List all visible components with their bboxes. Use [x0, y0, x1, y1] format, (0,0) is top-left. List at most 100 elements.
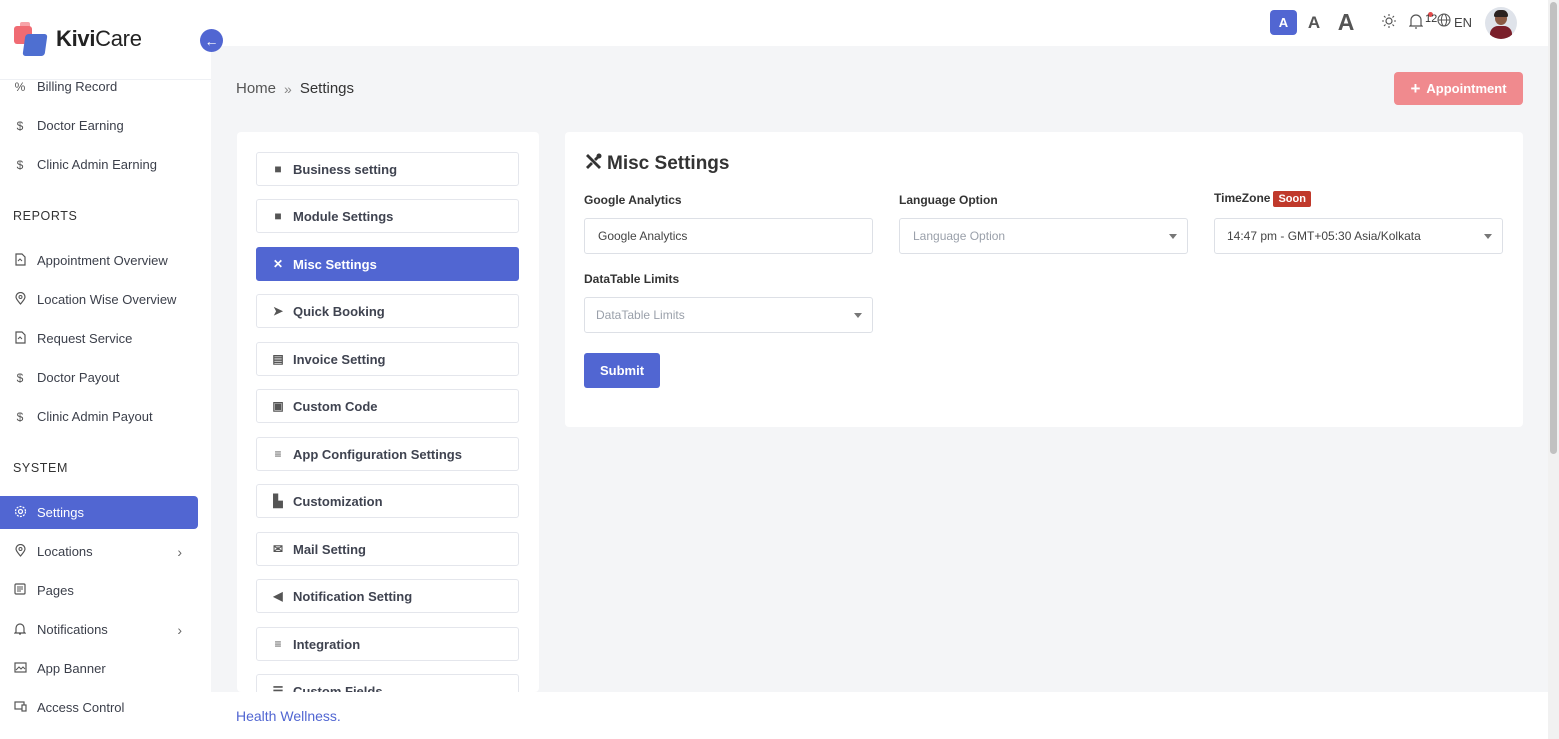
language-option-select[interactable]: Language Option — [899, 218, 1188, 254]
sidebar-collapse-button[interactable]: ← — [200, 29, 223, 52]
sidebar-item-app-banner[interactable]: App Banner — [0, 652, 198, 685]
sidebar-item-request-service[interactable]: Request Service — [0, 322, 198, 355]
menu-item-label: Business setting — [293, 161, 398, 177]
sun-icon[interactable] — [1381, 13, 1397, 32]
sidebar-item-label: App Banner — [37, 661, 106, 676]
timezone-label-text: TimeZone — [1214, 191, 1271, 205]
datatable-limits-placeholder: DataTable Limits — [596, 308, 685, 322]
sidebar-item-settings[interactable]: Settings — [0, 496, 198, 529]
add-appointment-button[interactable]: + Appointment — [1394, 72, 1523, 105]
datatable-limits-select[interactable]: DataTable Limits — [584, 297, 873, 333]
settings-menu-app-configuration[interactable]: ≡ App Configuration Settings — [256, 437, 519, 471]
settings-menu-business-setting[interactable]: ■ Business setting — [256, 152, 519, 186]
sidebar-item-access-control[interactable]: Access Control — [0, 691, 198, 724]
settings-menu-module-settings[interactable]: ■ Module Settings — [256, 199, 519, 233]
sidebar: KiviCare % Billing Record $ Doctor Earni… — [0, 0, 211, 739]
menu-item-label: Mail Setting — [293, 541, 366, 557]
report-icon — [13, 252, 27, 269]
soon-badge: Soon — [1273, 191, 1311, 207]
chevron-right-icon: › — [177, 621, 182, 638]
datatable-limits-label: DataTable Limits — [584, 272, 680, 286]
settings-menu-quick-booking[interactable]: ➤ Quick Booking — [256, 294, 519, 328]
dollar-icon: $ — [16, 409, 24, 424]
location-pin-icon — [13, 543, 27, 560]
sidebar-item-location-wise-overview[interactable]: Location Wise Overview — [0, 283, 198, 316]
sidebar-item-pages[interactable]: Pages — [0, 574, 198, 607]
menu-item-label: Invoice Setting — [293, 351, 386, 367]
reports-heading: REPORTS — [13, 209, 78, 223]
footer: Health Wellness. — [211, 692, 1548, 739]
sidebar-item-notifications[interactable]: Notifications › — [0, 613, 198, 646]
submit-button[interactable]: Submit — [584, 353, 660, 388]
avatar[interactable] — [1485, 7, 1517, 39]
caret-down-icon — [854, 313, 862, 318]
sidebar-item-label: Doctor Payout — [37, 370, 120, 385]
sidebar-item-doctor-earning[interactable]: $ Doctor Earning — [0, 109, 198, 142]
misc-settings-card: Misc Settings Google Analytics Google An… — [565, 132, 1523, 427]
settings-menu-notification-setting[interactable]: ◀ Notification Setting — [256, 579, 519, 613]
scrollbar-thumb[interactable] — [1550, 2, 1557, 454]
language-selector[interactable]: EN — [1454, 15, 1472, 30]
sidebar-item-label: Notifications — [37, 622, 108, 637]
page-icon — [13, 583, 27, 598]
bell-icon — [13, 622, 27, 638]
location-pin-icon — [13, 291, 27, 308]
sidebar-item-label: Pages — [37, 583, 74, 598]
system-heading: SYSTEM — [13, 461, 68, 475]
card-title-text: Misc Settings — [607, 153, 730, 174]
settings-menu-invoice-setting[interactable]: ▤ Invoice Setting — [256, 342, 519, 376]
notification-count: 12 — [1425, 13, 1438, 25]
timezone-value: 14:47 pm - GMT+05:30 Asia/Kolkata — [1227, 229, 1421, 243]
tools-icon: ✕ — [272, 257, 284, 271]
sliders-icon: ≡ — [274, 447, 282, 461]
sidebar-item-label: Clinic Admin Payout — [37, 409, 153, 424]
settings-menu-customization[interactable]: ▙ Customization — [256, 484, 519, 518]
dollar-icon: $ — [16, 370, 24, 385]
footer-text: Health Wellness. — [236, 708, 341, 724]
sidebar-item-label: Access Control — [37, 700, 125, 715]
globe-icon[interactable] — [1437, 13, 1451, 30]
sidebar-item-label: Clinic Admin Earning — [37, 157, 157, 172]
list-icon: ☰ — [272, 684, 284, 692]
sidebar-item-label: Settings — [37, 505, 84, 520]
sidebar-item-label: Request Service — [37, 331, 133, 346]
language-option-label: Language Option — [899, 193, 998, 207]
image-icon — [13, 661, 27, 676]
caret-down-icon — [1169, 234, 1177, 239]
dollar-icon: $ — [16, 157, 24, 172]
plus-icon: + — [1410, 78, 1421, 98]
timezone-select[interactable]: 14:47 pm - GMT+05:30 Asia/Kolkata — [1214, 218, 1503, 254]
settings-menu-misc-settings[interactable]: ✕ Misc Settings — [256, 247, 519, 281]
google-analytics-label: Google Analytics — [584, 193, 682, 207]
font-size-small-button[interactable]: A — [1270, 10, 1297, 35]
palette-icon: ▙ — [273, 494, 283, 508]
menu-item-label: Custom Fields — [293, 683, 383, 693]
breadcrumb-home[interactable]: Home — [236, 80, 276, 97]
sidebar-item-billing-record[interactable]: % Billing Record — [0, 70, 198, 103]
double-chevron-right-icon: » — [284, 80, 292, 97]
sliders-icon: ≡ — [274, 637, 282, 651]
percent-icon: % — [14, 79, 26, 94]
font-size-large-button[interactable]: A — [1335, 9, 1357, 35]
sidebar-item-label: Doctor Earning — [37, 118, 124, 133]
box-icon: ■ — [274, 162, 282, 176]
settings-menu-custom-code[interactable]: ▣ Custom Code — [256, 389, 519, 423]
settings-menu-integration[interactable]: ≡ Integration — [256, 627, 519, 661]
settings-menu-custom-fields[interactable]: ☰ Custom Fields — [256, 674, 519, 692]
sidebar-item-locations[interactable]: Locations › — [0, 535, 198, 568]
page-scrollbar[interactable] — [1548, 0, 1559, 739]
sidebar-item-clinic-admin-earning[interactable]: $ Clinic Admin Earning — [0, 148, 198, 181]
paper-plane-icon: ➤ — [272, 304, 284, 318]
breadcrumb: Home » Settings — [236, 80, 354, 97]
settings-menu-mail-setting[interactable]: ✉ Mail Setting — [256, 532, 519, 566]
menu-item-label: Misc Settings — [293, 256, 377, 272]
sidebar-item-doctor-payout[interactable]: $ Doctor Payout — [0, 361, 198, 394]
sidebar-item-clinic-admin-payout[interactable]: $ Clinic Admin Payout — [0, 400, 198, 433]
menu-item-label: Integration — [293, 636, 361, 652]
logo-bar: KiviCare — [0, 0, 211, 80]
font-size-medium-button[interactable]: A — [1305, 10, 1323, 35]
google-analytics-input[interactable]: Google Analytics — [584, 218, 873, 254]
kivicare-logo[interactable]: KiviCare — [14, 22, 142, 56]
bell-icon[interactable] — [1408, 13, 1424, 32]
sidebar-item-appointment-overview[interactable]: Appointment Overview — [0, 244, 198, 277]
